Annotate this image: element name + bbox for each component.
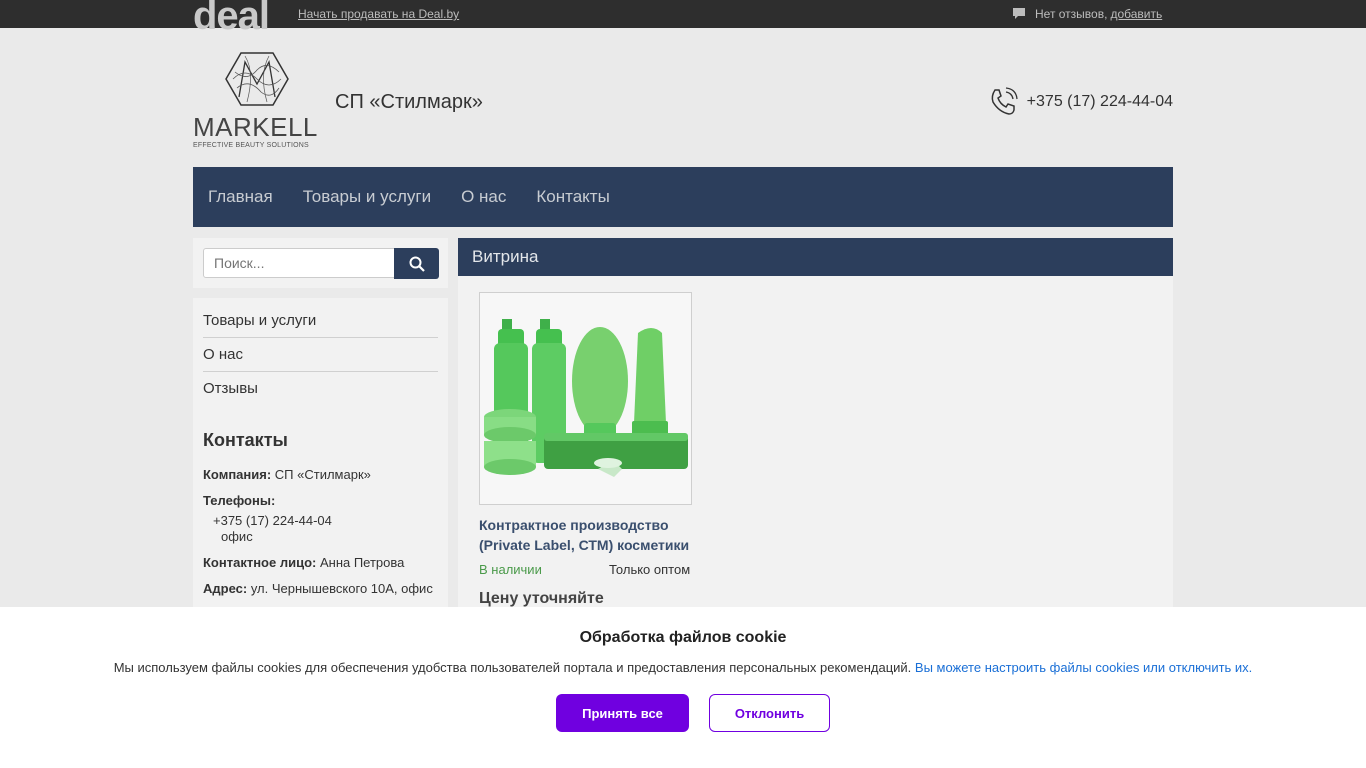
sidebar-item-products[interactable]: Товары и услуги — [203, 304, 438, 338]
start-selling-link[interactable]: Начать продавать на Deal.by — [298, 7, 459, 21]
product-image[interactable] — [479, 292, 692, 505]
header-phone-number: +375 (17) 224-44-04 — [1026, 93, 1173, 110]
reviews-text: Нет отзывов, — [1035, 7, 1108, 21]
cookie-banner: Обработка файлов cookie Мы используем фа… — [0, 607, 1366, 768]
nav-about[interactable]: О нас — [461, 187, 506, 207]
brand-tagline: EFFECTIVE BEAUTY SOLUTIONS — [193, 142, 309, 149]
nav-home[interactable]: Главная — [208, 187, 273, 207]
product-price: Цену уточняйте — [479, 590, 604, 607]
top-bar: deal Начать продавать на Deal.by Нет отз… — [0, 0, 1366, 36]
contact-address: Адрес: ул. Чернышевского 10А, офис — [203, 581, 438, 597]
sidebar-item-about[interactable]: О нас — [203, 338, 438, 372]
phones-label: Телефоны: — [203, 493, 276, 508]
cookie-settings-link[interactable]: Вы можете настроить файлы cookies или от… — [915, 660, 1252, 675]
address-value: ул. Чернышевского 10А, офис — [250, 581, 433, 596]
reviews-info: Нет отзывов, добавить — [1012, 7, 1162, 21]
site-header: MARKELL EFFECTIVE BEAUTY SOLUTIONS СП «С… — [193, 28, 1173, 167]
search-input[interactable] — [203, 248, 395, 278]
phone-icon — [991, 87, 1018, 115]
company-name: СП «Стилмарк» — [335, 91, 483, 113]
product-title[interactable]: Контрактное производство (Private Label,… — [479, 515, 699, 555]
cookie-title: Обработка файлов cookie — [579, 629, 787, 646]
search-button[interactable] — [394, 248, 439, 279]
add-review-link[interactable]: добавить — [1110, 7, 1162, 21]
company-label: Компания: — [203, 467, 272, 482]
address-label: Адрес: — [203, 581, 248, 596]
cosmetic-bottles-image — [484, 319, 688, 477]
contacts-title: Контакты — [203, 430, 288, 450]
person-label: Контактное лицо: — [203, 555, 317, 570]
stock-status: В наличии — [479, 562, 542, 577]
company-value: СП «Стилмарк» — [274, 467, 371, 482]
wholesale-only: Только оптом — [609, 562, 691, 577]
contact-phones: Телефоны: +375 (17) 224-44-04 офис — [203, 493, 438, 545]
contact-person: Контактное лицо: Анна Петрова — [203, 555, 438, 571]
person-value: Анна Петрова — [319, 555, 405, 570]
contact-company: Компания: СП «Стилмарк» — [203, 467, 438, 483]
phone-type: офис — [221, 529, 253, 544]
cookie-text: Мы используем файлы cookies для обеспече… — [113, 660, 912, 675]
phone-value[interactable]: +375 (17) 224-44-04 — [203, 513, 438, 529]
accept-all-button[interactable]: Принять все — [556, 694, 689, 732]
search-icon — [409, 256, 425, 272]
showcase-heading: Витрина — [458, 238, 1173, 276]
markell-hex-icon — [225, 52, 289, 106]
search-box — [193, 238, 448, 288]
sidebar: Товары и услуги О нас Отзывы Контакты Ко… — [193, 298, 448, 628]
showcase-body: Контрактное производство (Private Label,… — [458, 276, 1173, 636]
nav-contacts[interactable]: Контакты — [536, 187, 609, 207]
nav-products[interactable]: Товары и услуги — [303, 187, 431, 207]
chat-icon — [1013, 8, 1025, 19]
cookie-text-block: Мы используем файлы cookies для обеспече… — [0, 660, 1366, 675]
brand-name: MARKELL — [193, 112, 318, 142]
header-phone[interactable]: +375 (17) 224-44-04 — [987, 86, 1173, 118]
sidebar-menu: Товары и услуги О нас Отзывы — [203, 298, 438, 406]
sidebar-item-reviews[interactable]: Отзывы — [203, 372, 438, 406]
main-nav: Главная Товары и услуги О нас Контакты — [193, 167, 1173, 227]
decline-button[interactable]: Отклонить — [709, 694, 830, 732]
company-logo[interactable]: MARKELL EFFECTIVE BEAUTY SOLUTIONS — [193, 52, 323, 152]
